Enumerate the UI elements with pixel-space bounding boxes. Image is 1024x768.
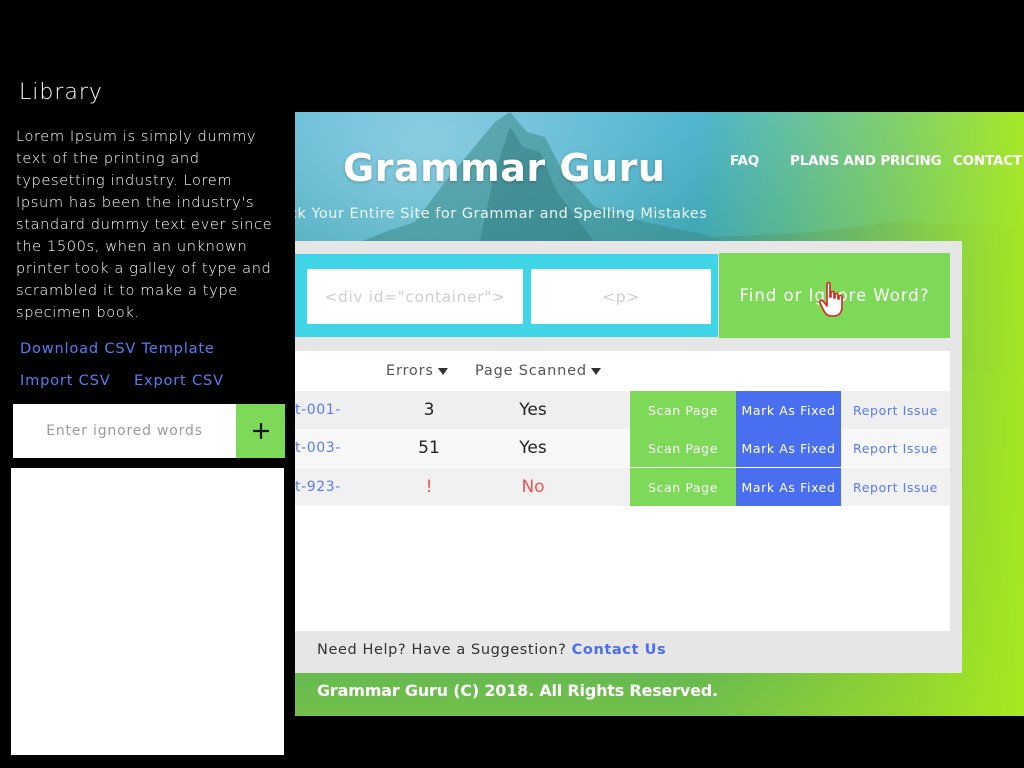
- mark-as-fixed-button[interactable]: Mark As Fixed: [736, 429, 841, 467]
- nav-faq[interactable]: FAQ: [730, 153, 759, 169]
- site-logo-text[interactable]: Grammar Guru: [343, 146, 665, 190]
- ignored-words-input[interactable]: [13, 404, 236, 458]
- help-prompt: Need Help? Have a Suggestion?: [317, 642, 567, 658]
- search-bar: <div id="container"> <p>: [295, 254, 718, 337]
- sort-down-icon: [590, 367, 601, 375]
- mark-as-fixed-button[interactable]: Mark As Fixed: [736, 468, 841, 506]
- scanned-status: No: [521, 477, 545, 497]
- report-issue-link[interactable]: Report Issue: [841, 391, 950, 429]
- scan-page-button[interactable]: Scan Page: [630, 429, 736, 467]
- page-link[interactable]: t-923-: [295, 468, 341, 506]
- scanned-status: Yes: [519, 400, 547, 420]
- library-description: Lorem Ipsum is simply dummy text of the …: [16, 128, 273, 321]
- nav-plans-and-pricing[interactable]: PLANS AND PRICING: [790, 153, 942, 169]
- import-csv-link[interactable]: Import CSV: [20, 372, 111, 389]
- page-link[interactable]: t-001-: [295, 391, 341, 429]
- mark-as-fixed-button[interactable]: Mark As Fixed: [736, 391, 841, 429]
- errors-header-label: Errors: [386, 363, 434, 379]
- table-row: t-003- 51 Yes Scan Page Mark As Fixed Re…: [295, 429, 950, 467]
- results-table: Errors Page Scanned t-001- 3 Yes Scan Pa…: [295, 351, 950, 631]
- sort-down-icon: [437, 367, 448, 375]
- error-count: !: [425, 477, 433, 497]
- scanner-panel: <div id="container"> <p> Find or Ignore …: [295, 241, 962, 673]
- export-csv-link[interactable]: Export CSV: [134, 372, 224, 389]
- ignored-words-field: [13, 404, 236, 458]
- report-issue-link[interactable]: Report Issue: [841, 468, 950, 506]
- page-scanned-column-header[interactable]: Page Scanned: [475, 363, 601, 379]
- site-preview: Grammar Guru FAQ PLANS AND PRICING CONTA…: [295, 112, 1024, 716]
- site-footer: Grammar Guru (C) 2018. All Rights Reserv…: [317, 681, 718, 700]
- report-issue-link[interactable]: Report Issue: [841, 429, 950, 467]
- errors-column-header[interactable]: Errors: [386, 363, 448, 379]
- scanned-status: Yes: [519, 438, 547, 458]
- scan-page-button[interactable]: Scan Page: [630, 468, 736, 506]
- tag-input[interactable]: <p>: [531, 269, 711, 324]
- table-row: t-923- ! No Scan Page Mark As Fixed Repo…: [295, 468, 950, 506]
- library-sidebar: Library Lorem Ipsum is simply dummy text…: [0, 0, 295, 768]
- site-tagline: ck Your Entire Site for Grammar and Spel…: [295, 206, 708, 222]
- nav-contact[interactable]: CONTACT: [953, 153, 1022, 169]
- hand-pointer-cursor-icon: [818, 281, 843, 317]
- page-scanned-header-label: Page Scanned: [475, 363, 587, 379]
- error-count: 51: [418, 438, 440, 458]
- page-link[interactable]: t-003-: [295, 429, 341, 467]
- error-count: 3: [423, 400, 435, 420]
- add-ignored-word-button[interactable]: [236, 404, 285, 458]
- plus-icon: [252, 423, 269, 439]
- download-csv-template-link[interactable]: Download CSV Template: [20, 340, 215, 357]
- library-title: Library: [19, 80, 103, 105]
- selector-input[interactable]: <div id="container">: [307, 269, 523, 324]
- scan-page-button[interactable]: Scan Page: [630, 391, 736, 429]
- help-text: Need Help? Have a Suggestion? Contact Us: [317, 642, 666, 658]
- ignored-words-list: [11, 468, 284, 755]
- contact-us-link[interactable]: Contact Us: [572, 642, 667, 658]
- table-row: t-001- 3 Yes Scan Page Mark As Fixed Rep…: [295, 391, 950, 429]
